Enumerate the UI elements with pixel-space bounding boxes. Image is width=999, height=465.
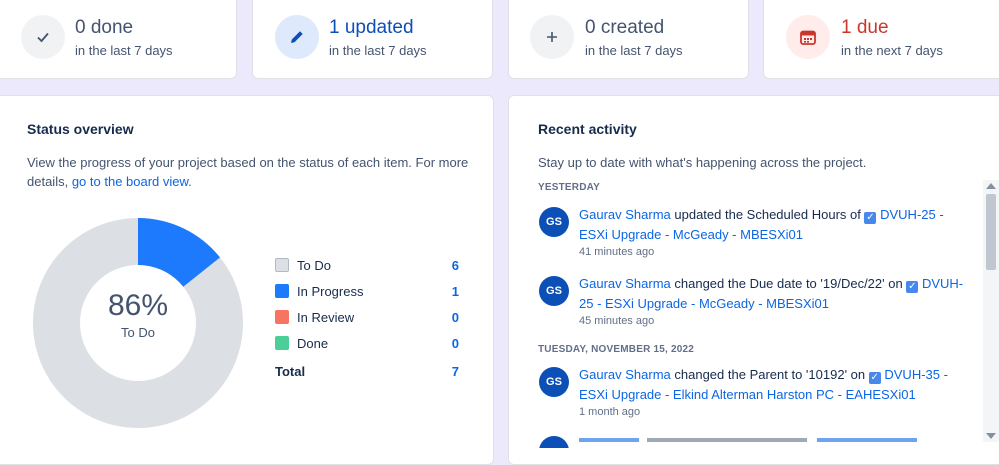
recent-activity-title: Recent activity	[538, 121, 637, 137]
stat-updated-value[interactable]: 1 updated	[329, 17, 414, 39]
legend-total-count[interactable]: 7	[452, 364, 459, 379]
activity-text: Gaurav Sharma updated the Scheduled Hour…	[579, 205, 964, 245]
legend-row-todo[interactable]: To Do 6	[275, 256, 459, 276]
legend-count-todo[interactable]: 6	[452, 258, 459, 273]
legend-row-done[interactable]: Done 0	[275, 334, 459, 354]
activity-item: GS Gaurav Sharma changed the Due date to…	[539, 274, 963, 334]
task-check-icon: ✓	[864, 212, 877, 224]
activity-issue-link-summary[interactable]: ESXi Upgrade - McGeady - MBESXi01	[579, 227, 803, 242]
stat-created-period: in the last 7 days	[585, 43, 683, 58]
donut-center-percent: 86%	[107, 289, 169, 322]
activity-user-link[interactable]: Gaurav Sharma	[579, 276, 671, 291]
legend-row-in-progress[interactable]: In Progress 1	[275, 282, 459, 302]
stat-updated-period: in the last 7 days	[329, 43, 427, 58]
stat-card-updated: 1 updated in the last 7 days	[252, 0, 493, 79]
activity-text: Gaurav Sharma changed the Due date to '1…	[579, 274, 964, 314]
avatar[interactable]: GS	[539, 276, 569, 306]
legend-label-todo: To Do	[297, 258, 331, 273]
legend-label-in-progress: In Progress	[297, 284, 364, 299]
legend-swatch-done	[275, 336, 289, 350]
stat-card-created: 0 created in the last 7 days	[508, 0, 749, 79]
activity-action: changed the Due date to '19/Dec/22' on	[674, 276, 903, 291]
activity-item-partial	[539, 436, 959, 448]
activity-item: GS Gaurav Sharma updated the Scheduled H…	[539, 205, 959, 265]
avatar[interactable]: GS	[539, 367, 569, 397]
status-overview-description: View the progress of your project based …	[27, 153, 472, 191]
legend-count-done[interactable]: 0	[452, 336, 459, 351]
stat-card-due: 1 due in the next 7 days	[763, 0, 999, 79]
activity-issue-link[interactable]: DVUH-25 -	[880, 207, 944, 222]
donut-center-label: To Do	[121, 325, 155, 340]
activity-text: Gaurav Sharma changed the Parent to '101…	[579, 365, 964, 405]
scroll-up-arrow-icon[interactable]	[986, 183, 996, 189]
activity-time: 45 minutes ago	[579, 315, 655, 327]
scroll-down-arrow-icon[interactable]	[986, 433, 996, 439]
stat-due-value[interactable]: 1 due	[841, 17, 889, 39]
activity-day-nov-15: TUESDAY, NOVEMBER 15, 2022	[538, 344, 695, 355]
legend-label-in-review: In Review	[297, 310, 355, 325]
board-view-link[interactable]: go to the board view.	[72, 174, 192, 189]
legend-swatch-in-progress	[275, 284, 289, 298]
status-overview-panel: Status overview View the progress of you…	[0, 95, 494, 465]
legend-count-in-progress[interactable]: 1	[452, 284, 459, 299]
legend-row-in-review[interactable]: In Review 0	[275, 308, 459, 328]
legend-label-done: Done	[297, 336, 329, 351]
legend-swatch-in-review	[275, 310, 289, 324]
activity-issue-link[interactable]: DVUH-35 -	[884, 367, 948, 382]
stat-card-done: 0 done in the last 7 days	[0, 0, 237, 79]
status-donut-chart	[32, 218, 243, 428]
task-check-icon: ✓	[906, 281, 919, 293]
activity-action: changed the Parent to '10192' on	[674, 367, 866, 382]
activity-day-yesterday: YESTERDAY	[538, 182, 601, 193]
recent-activity-description: Stay up to date with what's happening ac…	[538, 155, 867, 170]
stat-created-badge	[530, 15, 574, 59]
activity-user-link[interactable]: Gaurav Sharma	[579, 207, 671, 222]
stat-done-badge	[21, 15, 65, 59]
activity-action: updated the Scheduled Hours of	[674, 207, 861, 222]
activity-time: 1 month ago	[579, 406, 641, 418]
scrollbar-thumb[interactable]	[986, 194, 996, 270]
stat-due-badge	[786, 15, 830, 59]
legend-total-label: Total	[275, 364, 306, 379]
activity-issue-link-summary[interactable]: 25 - ESXi Upgrade - McGeady - MBESXi01	[579, 296, 829, 311]
task-check-icon: ✓	[868, 372, 881, 384]
stat-done-period: in the last 7 days	[75, 43, 173, 58]
check-icon	[37, 32, 49, 43]
avatar[interactable]: GS	[539, 207, 569, 237]
pencil-icon	[291, 31, 303, 43]
activity-user-link[interactable]: Gaurav Sharma	[579, 367, 671, 382]
plus-icon	[547, 32, 557, 42]
activity-time: 41 minutes ago	[579, 246, 655, 258]
stat-done-value: 0 done	[75, 17, 134, 38]
legend-row-total: Total 7	[275, 362, 459, 382]
recent-activity-panel: Recent activity Stay up to date with wha…	[508, 95, 999, 465]
stat-updated-badge	[275, 15, 319, 59]
status-overview-title: Status overview	[27, 121, 134, 137]
activity-item: GS Gaurav Sharma changed the Parent to '…	[539, 365, 959, 425]
activity-issue-link-summary[interactable]: ESXi Upgrade - Elkind Alterman Harston P…	[579, 387, 916, 402]
activity-scrollbar[interactable]	[983, 180, 999, 442]
legend-count-in-review[interactable]: 0	[452, 310, 459, 325]
activity-issue-link[interactable]: DVUH-	[922, 276, 963, 291]
calendar-icon	[800, 30, 816, 45]
stat-due-period: in the next 7 days	[841, 43, 943, 58]
stat-created-value: 0 created	[585, 17, 665, 38]
legend-swatch-todo	[275, 258, 289, 272]
